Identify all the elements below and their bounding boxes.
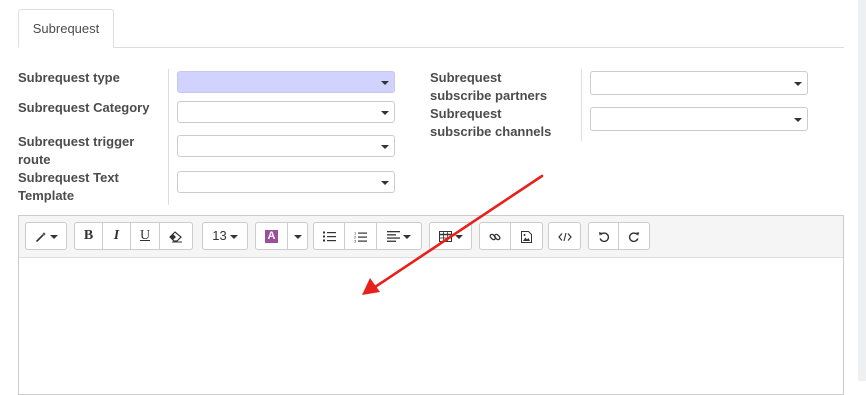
annotation-arrow [362, 174, 544, 295]
